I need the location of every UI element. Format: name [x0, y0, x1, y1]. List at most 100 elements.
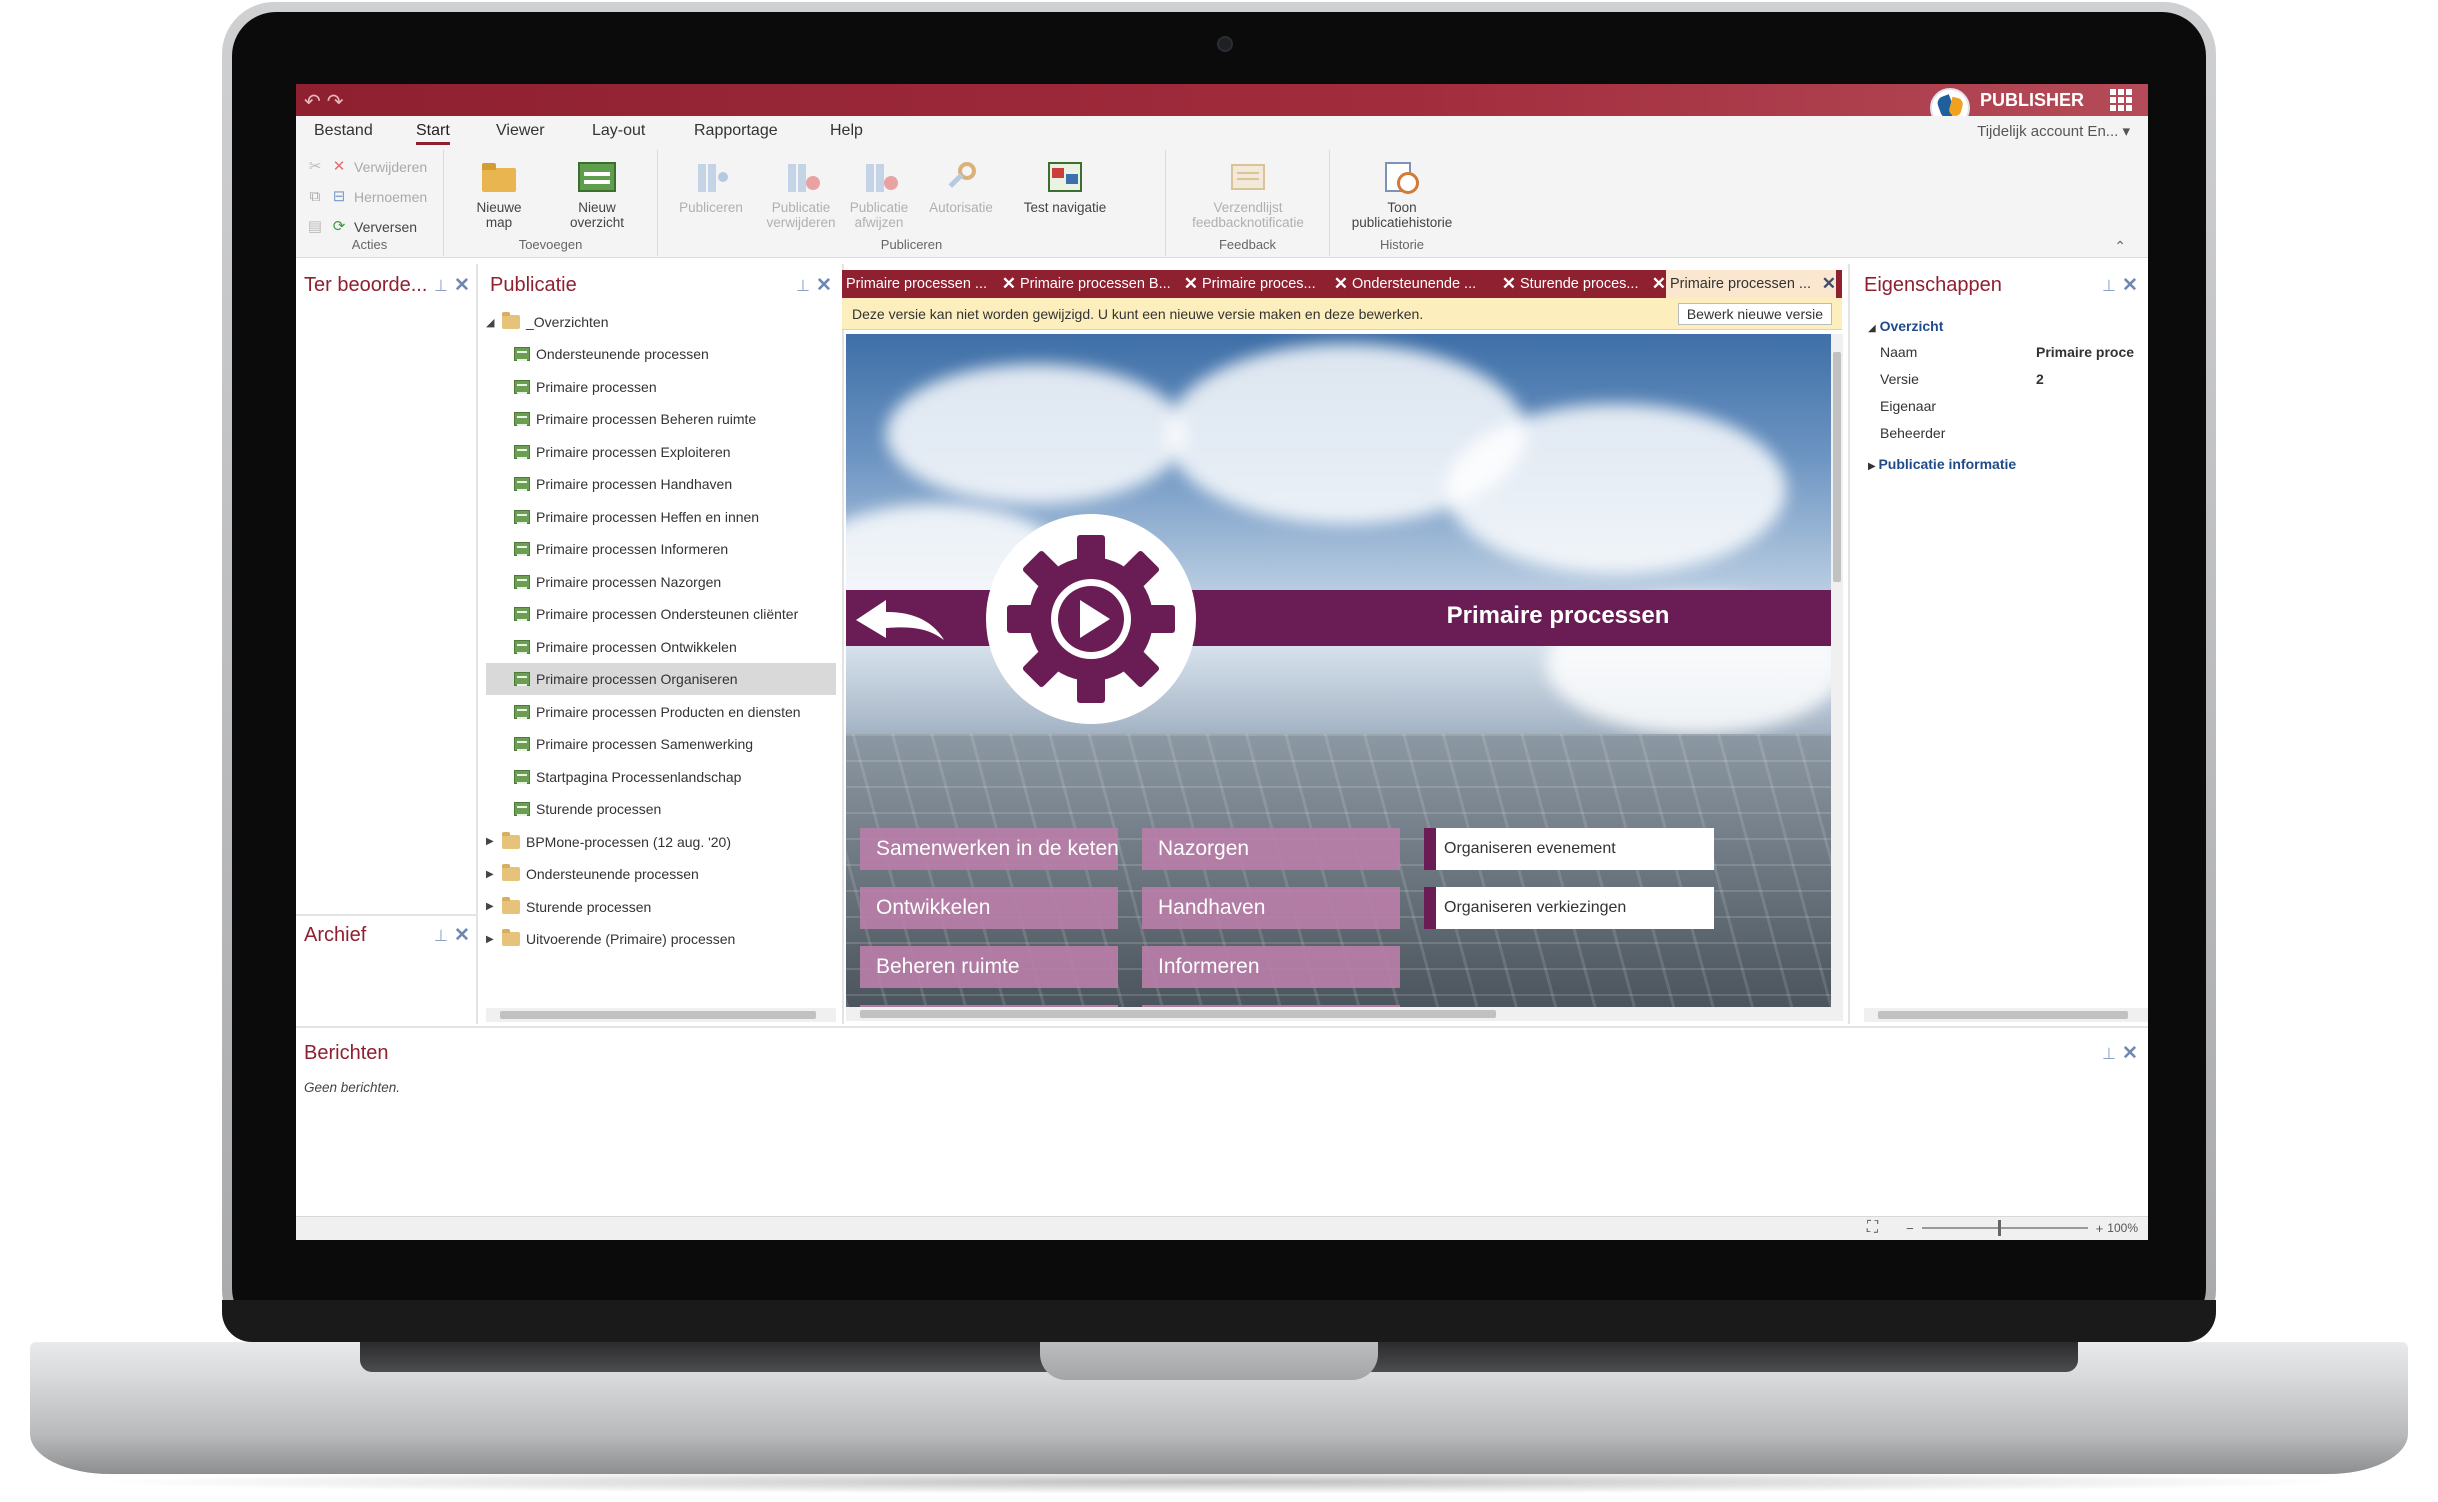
- properties-horizontal-scrollbar[interactable]: [1864, 1008, 2148, 1022]
- tree-folder[interactable]: ▶ Sturende processen: [486, 891, 836, 923]
- menu-viewer[interactable]: Viewer: [496, 122, 545, 140]
- pane-divider[interactable]: [476, 264, 478, 1024]
- verwijderen-button[interactable]: ✂ ✕ Verwijderen: [306, 158, 427, 176]
- autorisatie-button[interactable]: Autorisatie: [916, 154, 1006, 215]
- close-tab-icon[interactable]: ✕: [1502, 274, 1516, 294]
- close-icon[interactable]: ✕: [454, 274, 470, 297]
- document-tab[interactable]: Primaire processen ... ✕: [1666, 270, 1836, 298]
- process-button[interactable]: Nazorgen: [1142, 828, 1400, 870]
- menu-lay-out[interactable]: Lay-out: [592, 122, 645, 140]
- collapsed-icon[interactable]: ▶: [486, 901, 502, 912]
- bewerk-nieuwe-versie-button[interactable]: Bewerk nieuwe versie: [1677, 303, 1832, 325]
- pane-divider[interactable]: [296, 1026, 2148, 1028]
- pin-icon[interactable]: ⊥: [434, 276, 448, 296]
- scroll-thumb[interactable]: [1833, 352, 1841, 582]
- app-launcher-icon[interactable]: [2110, 89, 2132, 111]
- account-menu[interactable]: Tijdelijk account En... ▾: [1977, 122, 2130, 140]
- tree-root-overzichten[interactable]: ◢ _Overzichten: [486, 306, 836, 338]
- viewer-vertical-scrollbar[interactable]: [1831, 334, 1843, 1007]
- scroll-thumb[interactable]: [1878, 1011, 2128, 1019]
- document-tab[interactable]: Sturende proces... ✕: [1516, 270, 1666, 298]
- close-tab-icon[interactable]: ✕: [1334, 274, 1348, 294]
- publicatie-verwijderen-button[interactable]: Publicatie verwijderen: [756, 154, 846, 230]
- pane-divider[interactable]: [1848, 264, 1850, 1024]
- document-tab[interactable]: Primaire processen B... ✕: [1016, 270, 1198, 298]
- tree-item[interactable]: Primaire processen Nazorgen: [486, 566, 836, 598]
- tree-item[interactable]: Primaire processen Samenwerking: [486, 728, 836, 760]
- tree-folder[interactable]: ▶ Ondersteunende processen: [486, 858, 836, 890]
- fit-screen-icon[interactable]: ⛶: [1867, 1219, 1878, 1237]
- menu-help[interactable]: Help: [830, 122, 863, 140]
- overview-file-icon: [514, 444, 530, 459]
- subprocess-button[interactable]: Organiseren evenement: [1424, 828, 1714, 870]
- zoom-out-button[interactable]: −: [1906, 1221, 1914, 1236]
- zoom-in-button[interactable]: +: [2096, 1221, 2104, 1236]
- tree-item[interactable]: Primaire processen Heffen en innen: [486, 501, 836, 533]
- process-button[interactable]: Ontwikkelen: [860, 887, 1118, 929]
- verversen-button[interactable]: ▤ ⟳ Verversen: [306, 218, 417, 236]
- scroll-thumb[interactable]: [500, 1011, 816, 1019]
- tree-item[interactable]: Primaire processen Ondersteunen cliënter: [486, 598, 836, 630]
- close-icon[interactable]: ✕: [454, 924, 470, 947]
- toon-publicatiehistorie-button[interactable]: Toon publicatiehistorie: [1340, 154, 1464, 230]
- menu-bestand[interactable]: Bestand: [314, 122, 373, 140]
- publicatie-informatie-section[interactable]: ▶ Publicatie informatie: [1868, 456, 2016, 472]
- nieuw-overzicht-button[interactable]: Nieuw overzicht: [552, 154, 642, 230]
- close-tab-icon[interactable]: ✕: [1002, 274, 1016, 294]
- tree-item[interactable]: Ondersteunende processen: [486, 338, 836, 370]
- test-navigatie-button[interactable]: Test navigatie: [1010, 154, 1120, 215]
- hernoemen-button[interactable]: ⧉ ⊟ Hernoemen: [306, 188, 428, 206]
- document-tab[interactable]: Primaire processen ... ✕: [842, 270, 1016, 298]
- collapse-ribbon-icon[interactable]: ⌃: [2114, 238, 2126, 255]
- document-tab[interactable]: Primaire proces... ✕: [1198, 270, 1348, 298]
- tree-folder[interactable]: ▶ BPMone-processen (12 aug. '20): [486, 826, 836, 858]
- pin-icon[interactable]: ⊥: [2102, 1044, 2116, 1064]
- tree-item[interactable]: Startpagina Processenlandschap: [486, 761, 836, 793]
- tree-item[interactable]: Primaire processen Ontwikkelen: [486, 631, 836, 663]
- zoom-slider[interactable]: [1921, 1220, 2088, 1236]
- close-icon[interactable]: ✕: [2122, 1042, 2138, 1065]
- undo-redo-icons[interactable]: ↶↷: [304, 89, 350, 114]
- scroll-thumb[interactable]: [860, 1010, 1496, 1018]
- close-icon[interactable]: ✕: [2122, 274, 2138, 297]
- document-tab[interactable]: Ondersteunende ... ✕: [1348, 270, 1516, 298]
- collapsed-icon[interactable]: ▶: [486, 934, 502, 945]
- pin-icon[interactable]: ⊥: [2102, 276, 2116, 296]
- pin-icon[interactable]: ⊥: [434, 926, 448, 946]
- overview-file-icon: [514, 607, 530, 621]
- publiceren-button[interactable]: Publiceren: [666, 154, 756, 215]
- close-tab-icon[interactable]: ✕: [1184, 274, 1198, 294]
- publicatie-afwijzen-button[interactable]: Publicatie afwijzen: [834, 154, 924, 230]
- tree-item[interactable]: Primaire processen Informeren: [486, 533, 836, 565]
- collapsed-icon[interactable]: ▶: [486, 836, 502, 847]
- menu-start[interactable]: Start: [416, 122, 450, 145]
- overzicht-section[interactable]: ◢ Overzicht: [1868, 318, 1943, 334]
- tree-horizontal-scrollbar[interactable]: [486, 1008, 836, 1022]
- verzendlijst-button[interactable]: Verzendlijst feedbacknotificatie: [1176, 154, 1320, 230]
- close-tab-icon[interactable]: ✕: [1652, 274, 1666, 294]
- process-button[interactable]: Samenwerken in de keten: [860, 828, 1119, 870]
- process-button[interactable]: Informeren: [1142, 946, 1400, 988]
- tree-item[interactable]: Primaire processen Exploiteren: [486, 436, 836, 468]
- tree-item[interactable]: Sturende processen: [486, 793, 836, 825]
- tree-folder[interactable]: ▶ Uitvoerende (Primaire) processen: [486, 923, 836, 955]
- close-icon[interactable]: ✕: [816, 274, 832, 297]
- pane-divider[interactable]: [842, 264, 844, 1024]
- nieuwe-map-button[interactable]: Nieuwe map: [454, 154, 544, 230]
- gear-play-icon[interactable]: [986, 514, 1196, 724]
- tree-item[interactable]: Primaire processen Organiseren: [486, 663, 836, 695]
- menu-rapportage[interactable]: Rapportage: [694, 122, 778, 140]
- viewer-horizontal-scrollbar[interactable]: [846, 1007, 1843, 1021]
- process-button[interactable]: Handhaven: [1142, 887, 1400, 929]
- tree-item[interactable]: Primaire processen Handhaven: [486, 468, 836, 500]
- collapsed-icon[interactable]: ▶: [486, 869, 502, 880]
- subprocess-button[interactable]: Organiseren verkiezingen: [1424, 887, 1714, 929]
- tree-item[interactable]: Primaire processen Producten en diensten: [486, 696, 836, 728]
- process-button[interactable]: Beheren ruimte: [860, 946, 1118, 988]
- tree-item[interactable]: Primaire processen Beheren ruimte: [486, 403, 836, 435]
- pin-icon[interactable]: ⊥: [796, 276, 810, 296]
- back-arrow-icon[interactable]: [852, 598, 952, 642]
- tree-item[interactable]: Primaire processen: [486, 371, 836, 403]
- close-tab-icon[interactable]: ✕: [1822, 274, 1836, 294]
- expanded-icon[interactable]: ◢: [486, 316, 502, 329]
